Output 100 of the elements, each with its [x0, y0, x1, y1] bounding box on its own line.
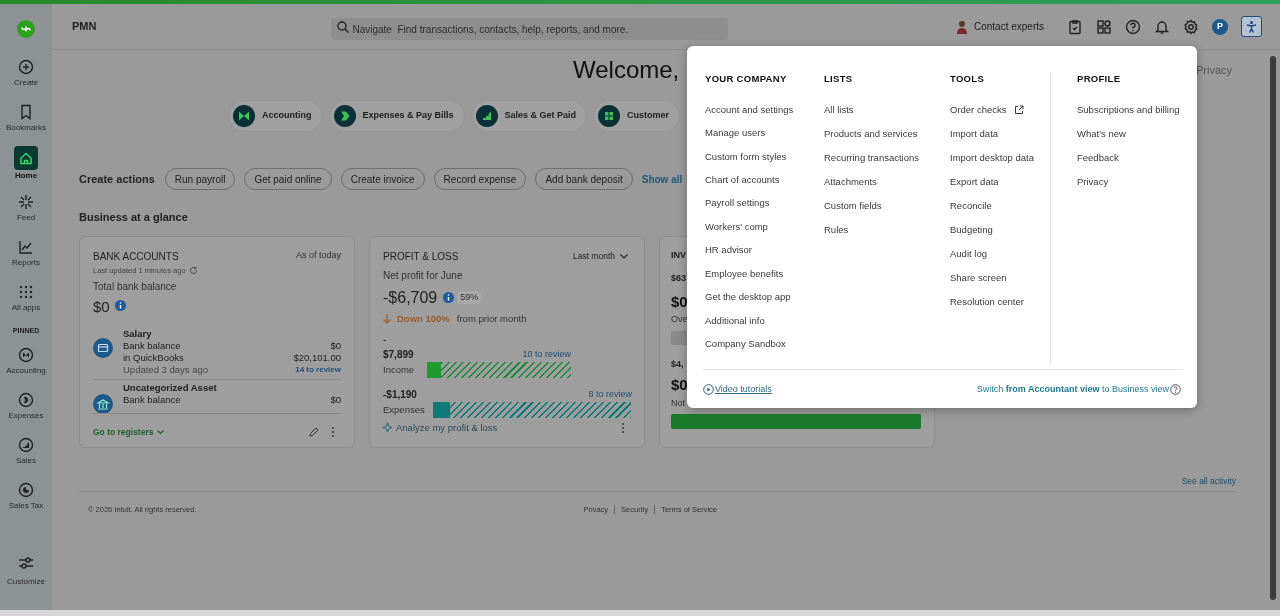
menu-item[interactable]: Export data	[950, 170, 1050, 194]
clipboard-icon[interactable]	[1067, 18, 1083, 35]
play-circle-icon	[703, 384, 714, 396]
menu-item[interactable]: Audit log	[950, 242, 1050, 266]
sidebar-item[interactable]: Accounting	[1, 338, 51, 384]
menu-item[interactable]: Subscriptions and billing	[1077, 98, 1180, 122]
accessibility-button[interactable]	[1241, 16, 1262, 37]
menu-item[interactable]: Rules	[824, 218, 950, 242]
card-title: PROFIT & LOSS	[383, 249, 459, 264]
menu-item[interactable]: All lists	[824, 98, 950, 122]
account-detail: Bank balance	[123, 340, 181, 353]
dot-grid-icon	[18, 283, 34, 300]
module-button[interactable]: Sales & Get Paid	[470, 100, 588, 132]
menu-item[interactable]: Manage users	[705, 121, 824, 145]
bookmark-icon	[18, 103, 34, 120]
menu-item[interactable]: Share screen	[950, 266, 1050, 290]
menu-item[interactable]: Resolution center	[950, 290, 1050, 314]
sidebar-item[interactable]: Expenses	[1, 383, 51, 429]
account-amount: $20,101.00	[293, 352, 341, 365]
card-text: $4,	[671, 357, 684, 371]
menu-item[interactable]: Products and services	[824, 122, 950, 146]
menu-item[interactable]: Import data	[950, 122, 1050, 146]
video-tutorials-link[interactable]: Video tutorials	[703, 383, 772, 397]
plus-circle-icon	[18, 58, 34, 75]
menu-item[interactable]: Order checks	[950, 98, 1050, 122]
scrollbar[interactable]	[1270, 56, 1276, 600]
menu-item[interactable]: Feedback	[1077, 146, 1180, 170]
more-icon[interactable]	[331, 426, 335, 439]
percent-badge: 59%	[457, 290, 482, 305]
avatar[interactable]: P	[1212, 18, 1228, 35]
card-text: $63	[671, 272, 687, 285]
info-icon[interactable]	[114, 299, 126, 311]
menu-item[interactable]: Workers' comp	[705, 215, 824, 239]
review-link[interactable]: 10 to review	[522, 348, 571, 362]
menu-item[interactable]: Privacy	[1077, 170, 1180, 194]
chevron-circle-icon	[18, 392, 34, 408]
account-detail: Updated 3 days ago	[123, 364, 209, 377]
sidebar-item[interactable]: Home	[1, 140, 51, 185]
menu-item[interactable]: What's new	[1077, 122, 1180, 146]
sidebar-item[interactable]: Sales Tax	[1, 473, 51, 519]
more-icon[interactable]	[621, 421, 625, 434]
total-amount: $0	[93, 296, 110, 317]
change-suffix: from prior month	[456, 311, 527, 326]
card-title: BANK ACCOUNTS	[93, 249, 179, 264]
sidebar-item[interactable]: Feed	[1, 185, 51, 230]
menu-item[interactable]: Custom form styles	[705, 144, 824, 169]
steps-circle-icon	[18, 437, 34, 453]
menu-item[interactable]: Get the desktop app	[705, 285, 824, 310]
sliders-icon	[18, 555, 34, 571]
total-label: Total bank balance	[93, 279, 178, 294]
menu-item[interactable]: Payroll settings	[705, 191, 824, 216]
review-link[interactable]: 14 to review	[295, 364, 341, 377]
review-link[interactable]: 8 to review	[588, 388, 632, 402]
menu-item[interactable]: Chart of accounts	[705, 168, 824, 192]
module-button[interactable]: Expenses & Pay Bills	[328, 100, 465, 132]
card-text: Not	[671, 396, 685, 410]
customize-button[interactable]: Customize	[1, 555, 51, 588]
search-field[interactable]: Navigate Find transactions, contacts, help, reports, and more.	[331, 18, 729, 40]
search-icon	[337, 20, 350, 33]
menu-item[interactable]: Employee benefits	[705, 262, 824, 286]
bar-amount: -$1,190	[383, 387, 417, 402]
pie-circle-icon	[18, 482, 34, 498]
menu-item[interactable]: Budgeting	[950, 218, 1050, 242]
info-icon[interactable]	[443, 292, 455, 303]
card-amount: $0	[671, 291, 688, 312]
switch-view-text: Switch from Accountant view to Business view	[976, 383, 1169, 396]
help-icon[interactable]	[1170, 384, 1181, 396]
analyze-link[interactable]: Analyze my profit & loss	[396, 420, 498, 435]
menu-item[interactable]: Account and settings	[705, 98, 824, 122]
sidebar-item[interactable]: Create	[1, 50, 51, 95]
period-dropdown[interactable]: Last month	[572, 249, 628, 263]
module-icon	[333, 105, 356, 127]
menu-item[interactable]: Additional info	[705, 309, 824, 333]
sparkle-icon	[18, 193, 34, 210]
sidebar-item[interactable]: Sales	[1, 428, 51, 474]
sidebar-item[interactable]: All apps	[1, 275, 51, 320]
account-name: Salary	[123, 328, 153, 341]
module-icon	[598, 105, 621, 127]
account-name: Uncategorized Asset	[123, 382, 218, 395]
menu-item[interactable]: HR advisor	[705, 238, 824, 263]
menu-item[interactable]: Recurring transactions	[824, 146, 950, 170]
section-label: Create actions	[79, 171, 155, 187]
settings-icon[interactable]	[1183, 18, 1199, 35]
module-button[interactable]: Accounting	[228, 100, 323, 132]
apps-icon[interactable]	[1096, 18, 1112, 35]
contact-experts-button[interactable]: Contact experts	[955, 19, 1044, 34]
chevron-down-icon	[620, 253, 628, 259]
module-button[interactable]: Customer	[593, 100, 681, 132]
bar-label: Expenses	[383, 402, 425, 417]
menu-item[interactable]: Import desktop data	[950, 146, 1050, 170]
sidebar-item[interactable]: Bookmarks	[1, 95, 51, 140]
sidebar-item[interactable]: Reports	[1, 230, 51, 275]
bell-icon[interactable]	[1154, 18, 1170, 35]
pencil-icon[interactable]	[309, 427, 319, 438]
menu-item[interactable]: Attachments	[824, 170, 950, 194]
menu-item[interactable]: Reconcile	[950, 194, 1050, 218]
menu-item[interactable]: Company Sandbox	[705, 332, 824, 356]
refresh-icon[interactable]	[188, 265, 198, 275]
help-icon[interactable]	[1125, 18, 1141, 35]
menu-item[interactable]: Custom fields	[824, 194, 950, 218]
